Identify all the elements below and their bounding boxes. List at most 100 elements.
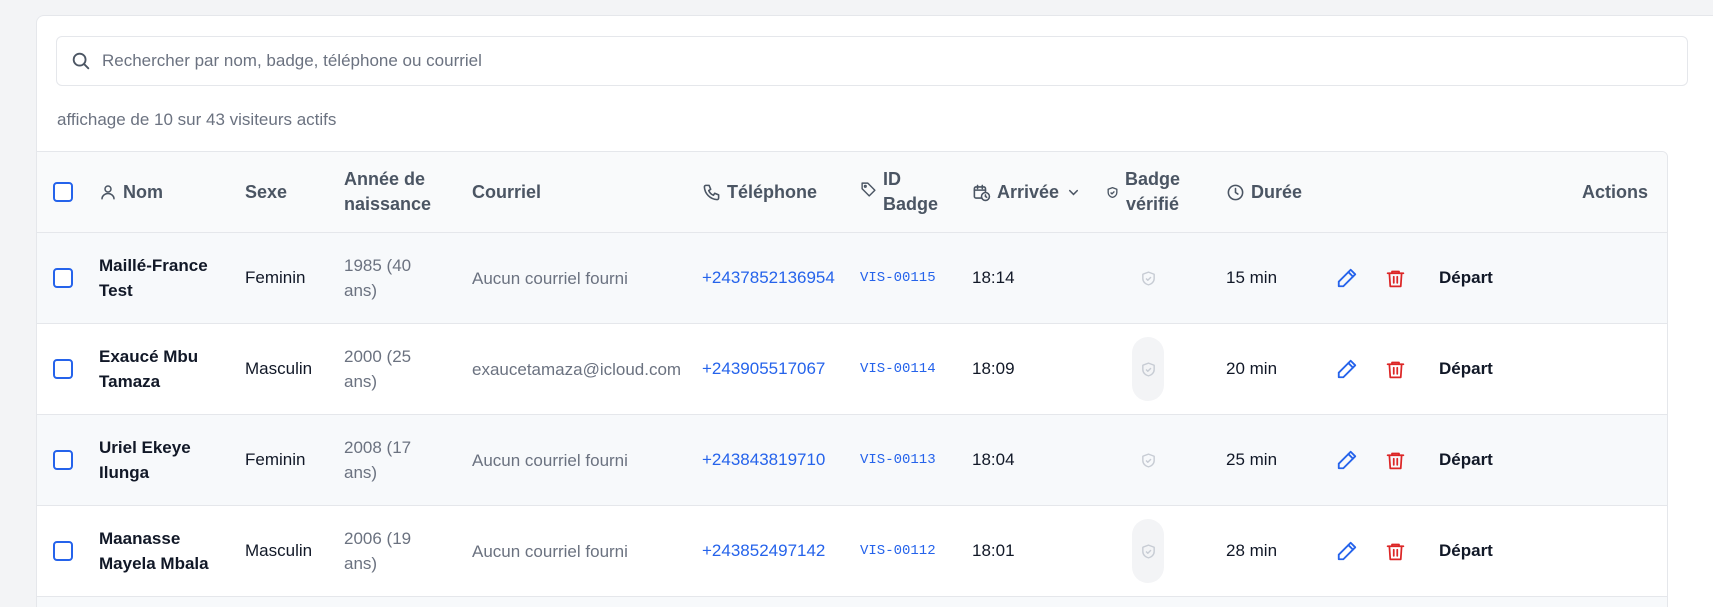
header-badge-verified: Badge vérifié — [1106, 152, 1180, 232]
header-badge-line2: Badge — [883, 194, 939, 214]
shield-check-icon — [1141, 543, 1155, 559]
depart-button[interactable]: Départ — [1439, 415, 1493, 505]
search-icon — [72, 52, 90, 70]
badge-verified-indicator — [1132, 506, 1164, 596]
table-header: Nom Sexe Année de naissance Courriel Tél… — [37, 152, 1667, 233]
birth-line2: ans) — [344, 281, 378, 300]
edit-button[interactable] — [1336, 324, 1358, 414]
visitor-arrival: 18:14 — [972, 268, 1015, 287]
visitor-phone[interactable]: +2437852136954 — [702, 233, 835, 323]
visitor-birth-year: 2008 (17 ans) — [344, 415, 411, 505]
visitor-sex: Masculin — [245, 541, 313, 560]
visitor-email: Aucun courriel fourni — [472, 541, 628, 561]
visitor-duration: 25 min — [1226, 450, 1278, 469]
table-row: Exaucé Mbu Tamaza Masculin 2000 (25 ans)… — [37, 324, 1667, 415]
delete-button[interactable] — [1385, 415, 1406, 505]
header-verified-line1: Badge — [1125, 169, 1181, 189]
row-select-cell — [53, 233, 73, 323]
visitor-name-line2: Test — [99, 281, 133, 300]
header-sex: Sexe — [245, 152, 287, 232]
user-icon — [101, 185, 115, 200]
select-all-checkbox[interactable] — [53, 182, 73, 202]
header-badge-id: ID Badge — [860, 152, 938, 232]
phone-icon — [703, 184, 720, 200]
header-sex-label: Sexe — [245, 181, 288, 202]
delete-button[interactable] — [1385, 233, 1406, 323]
visitor-name-line2: Mayela Mbala — [99, 554, 209, 573]
visitor-sex: Masculin — [245, 359, 313, 378]
badge-verified-indicator — [1132, 233, 1164, 323]
header-birth-year: Année de naissance — [344, 152, 431, 232]
visitor-birth-year: 2006 (19 ans) — [344, 506, 411, 596]
visitor-email: Aucun courriel fourni — [472, 268, 628, 288]
visitor-email: Aucun courriel fourni — [472, 450, 628, 470]
badge-verified-wrap — [1132, 337, 1164, 401]
visitor-badge-id: VIS-00115 — [860, 270, 936, 286]
header-arrival[interactable]: Arrivée — [972, 152, 1087, 232]
visitor-name: Maillé-France Test — [99, 233, 208, 323]
edit-button[interactable] — [1336, 415, 1358, 505]
visitor-birth-year: 1985 (40 ans) — [344, 233, 411, 323]
depart-button[interactable]: Départ — [1439, 233, 1493, 323]
delete-button[interactable] — [1385, 506, 1406, 596]
header-actions: Actions — [1448, 152, 1648, 232]
visitor-duration: 15 min — [1226, 268, 1278, 287]
birth-line1: 2006 (19 — [344, 529, 412, 548]
visitor-email[interactable]: exaucetamaza@icloud.com — [472, 324, 681, 414]
row-checkbox[interactable] — [53, 450, 73, 470]
header-badge-line1: ID — [883, 169, 901, 189]
edit-button[interactable] — [1336, 506, 1358, 596]
search-input[interactable] — [102, 37, 1662, 85]
row-checkbox[interactable] — [53, 268, 73, 288]
visitor-phone[interactable]: +243905517067 — [702, 324, 825, 414]
badge-verified-wrap — [1132, 519, 1164, 583]
tag-icon — [861, 182, 876, 197]
pencil-icon — [1337, 268, 1357, 288]
visitor-name-line1: Maillé-France — [99, 256, 208, 275]
header-name-label: Nom — [123, 181, 163, 202]
visitor-sex: Feminin — [245, 450, 306, 469]
shield-check-icon — [1141, 452, 1155, 468]
visitor-phone[interactable]: +243843819710 — [702, 415, 825, 505]
visitor-name-line1: Maanasse — [99, 529, 181, 548]
birth-line2: ans) — [344, 554, 378, 573]
header-verified-line2: vérifié — [1125, 194, 1180, 214]
chevron-down-icon[interactable] — [1066, 185, 1081, 200]
table-row: Maillé-France Test Feminin 1985 (40 ans)… — [37, 233, 1667, 324]
visitor-name-line1: Exaucé Mbu — [99, 347, 199, 366]
depart-button[interactable]: Départ — [1439, 506, 1493, 596]
calendar-clock-icon — [973, 184, 991, 201]
row-select-cell — [53, 324, 73, 414]
row-checkbox[interactable] — [53, 541, 73, 561]
table-row: Maanasse Mayela Mbala Masculin 2006 (19 … — [37, 506, 1667, 597]
shield-check-icon — [1107, 186, 1118, 198]
header-duration: Durée — [1226, 152, 1302, 232]
visitor-sex: Feminin — [245, 268, 306, 287]
header-phone: Téléphone — [702, 152, 817, 232]
depart-button[interactable]: Départ — [1439, 324, 1493, 414]
table-row: Uriel Ekeye Ilunga Feminin 2008 (17 ans)… — [37, 415, 1667, 506]
birth-line1: 1985 (40 — [344, 256, 412, 275]
visitors-card: affichage de 10 sur 43 visiteurs actifs … — [36, 15, 1713, 607]
visitor-badge-id: VIS-00112 — [860, 543, 936, 559]
row-checkbox[interactable] — [53, 359, 73, 379]
visitor-badge-id: VIS-00113 — [860, 452, 936, 468]
search-box[interactable] — [56, 36, 1688, 86]
row-select-cell — [53, 415, 73, 505]
visitor-badge-id: VIS-00114 — [860, 361, 936, 377]
edit-button[interactable] — [1336, 233, 1358, 323]
shield-check-icon — [1141, 361, 1155, 377]
visitor-duration: 28 min — [1226, 541, 1278, 560]
visitor-name-line2: Tamaza — [99, 372, 161, 391]
delete-button[interactable] — [1385, 324, 1406, 414]
badge-verified-wrap — [1132, 246, 1164, 310]
birth-line1: 2008 (17 — [344, 438, 412, 457]
trash-icon — [1386, 543, 1405, 560]
visitor-arrival: 18:09 — [972, 359, 1015, 378]
header-birth-line1: Année de — [344, 169, 426, 189]
trash-icon — [1386, 452, 1405, 469]
visitor-phone[interactable]: +243852497142 — [702, 506, 825, 596]
clock-icon — [1227, 184, 1244, 200]
visitor-duration: 20 min — [1226, 359, 1278, 378]
header-name[interactable]: Nom — [99, 152, 163, 232]
